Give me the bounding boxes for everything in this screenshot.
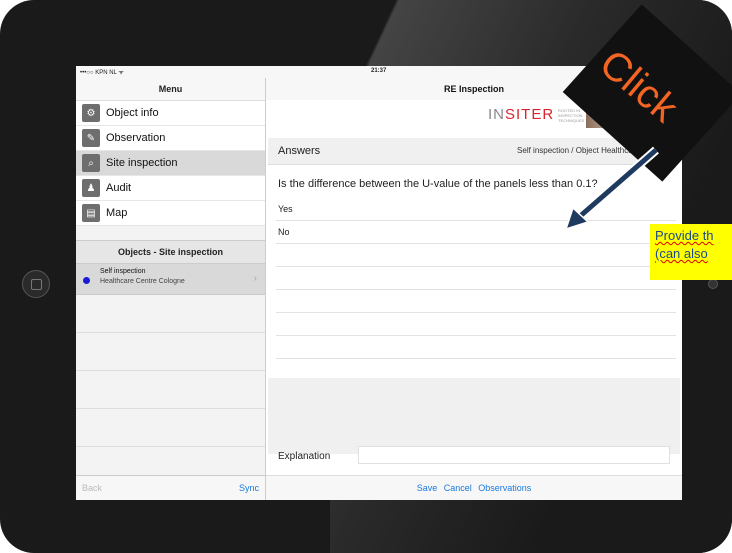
logo-part2: SITER [505,106,555,123]
logo-part1: IN [488,106,505,123]
empty-row [76,409,265,447]
object-title: Self inspection [100,268,146,275]
person-icon: ♟ [82,179,100,197]
question-text: Is the difference between the U-value of… [278,178,598,190]
sidebar-footer: Back Sync [76,475,265,500]
note-line-1: Provide th [655,228,714,243]
empty-row [76,333,265,371]
answers-bar: Answers Self inspection / Object Healthc… [268,138,678,165]
empty-row [276,244,676,267]
menu-title: Menu [76,78,265,101]
object-info-icon: ⚙ [82,104,100,122]
empty-row [276,290,676,313]
menu-item-site-inspection[interactable]: ⌕ Site inspection [76,151,265,176]
menu-item-audit[interactable]: ♟ Audit [76,176,265,201]
sync-button[interactable]: Sync [239,483,259,493]
cancel-button[interactable]: Cancel [444,483,472,493]
object-subtitle: Healthcare Centre Cologne [100,278,185,285]
map-icon: ▤ [82,204,100,222]
home-button[interactable] [22,270,50,298]
empty-row [276,313,676,336]
menu-item-label: Object info [106,107,159,119]
menu-item-object-info[interactable]: ⚙ Object info [76,101,265,126]
chevron-right-icon: › [253,273,257,284]
explanation-field[interactable] [358,446,670,464]
camera-icon [708,279,718,289]
objects-header: Objects - Site inspection [76,240,265,264]
carrier-label: •••○○ KPN NL ᯤ [80,70,124,76]
pencil-icon: ✎ [82,129,100,147]
status-time: 21:37 [371,68,387,74]
instruction-note: Provide th (can also [650,224,732,280]
status-dot-icon [83,277,90,284]
save-button[interactable]: Save [417,483,438,493]
answer-option-yes[interactable]: Yes [276,198,676,221]
answer-option-no[interactable]: No [276,221,676,244]
empty-row [276,267,676,290]
menu-item-observation[interactable]: ✎ Observation [76,126,265,151]
spacer-area [268,378,680,454]
back-button[interactable]: Back [82,483,102,493]
insiter-logo: INSITER [488,106,554,123]
magnifier-icon: ⌕ [82,154,100,172]
answers-label: Answers [278,145,321,157]
menu-item-label: Site inspection [106,157,178,169]
empty-row [76,295,265,333]
answer-label: No [278,227,290,237]
note-line-2: (can also [655,246,708,261]
answer-label: Yes [278,204,293,214]
object-list-item[interactable]: Self inspection Healthcare Centre Cologn… [76,264,265,295]
explanation-label: Explanation [278,451,331,462]
empty-row [276,336,676,359]
menu-item-label: Map [106,207,128,219]
empty-row [76,371,265,409]
sidebar: Menu ⚙ Object info ✎ Observation ⌕ Site … [76,78,266,500]
menu-item-label: Audit [106,182,132,194]
action-bar: Save Cancel Observations [266,475,682,500]
app-screen: •••○○ KPN NL ᯤ 21:37 Menu ⚙ Object info … [76,66,682,500]
observations-button[interactable]: Observations [478,483,531,493]
menu-item-label: Observation [106,132,166,144]
menu-item-map[interactable]: ▤ Map [76,201,265,226]
